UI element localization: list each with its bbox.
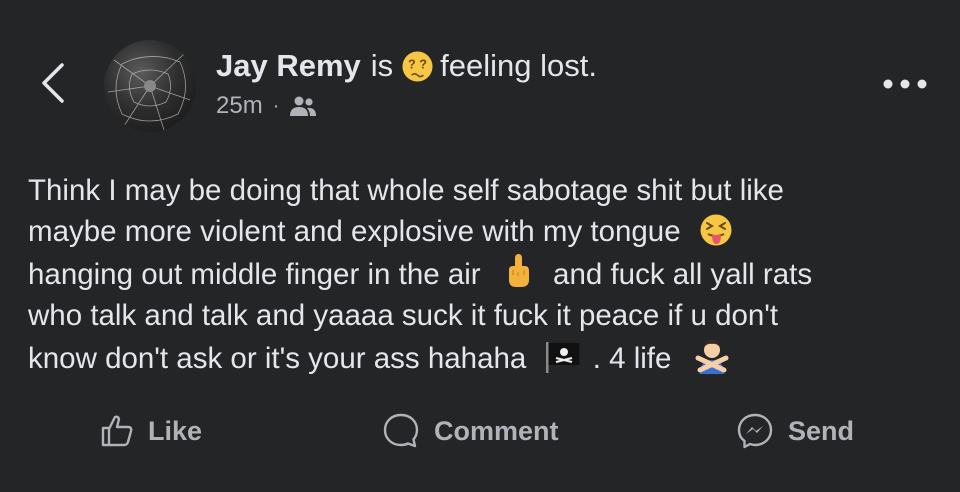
post-text-3: hanging out middle finger in the air: [28, 258, 481, 291]
like-label: Like: [148, 415, 203, 446]
meta-separator: ·: [272, 94, 280, 117]
post-meta: 25m ·: [216, 92, 317, 120]
post-text-1: Think I may be doing that whole self sab…: [28, 174, 784, 207]
comment-label: Comment: [434, 415, 559, 446]
post-line-2: maybe more violent and explosive with my…: [28, 211, 938, 252]
is-word: is: [370, 48, 394, 83]
post-action-bar: Like Comment Send: [0, 406, 960, 456]
middle-finger-emoji-icon: [508, 254, 529, 287]
post-text-6: know don't ask or it's your ass hahaha: [28, 342, 527, 375]
post-text-5: who talk and talk and yaaaa suck it fuck…: [28, 299, 779, 332]
post-header: Jay Remy is ? ? feeling lost.: [216, 46, 597, 86]
avatar-image: [107, 53, 191, 131]
squinting-tongue-face-emoji-icon: [700, 214, 732, 246]
timestamp[interactable]: 25m: [216, 92, 263, 120]
avatar[interactable]: [104, 40, 196, 132]
post-line-5: know don't ask or it's your ass hahaha .…: [28, 336, 938, 379]
thumbs-up-icon: [101, 415, 133, 447]
pirate-flag-emoji-icon: [545, 342, 579, 373]
more-dots-icon[interactable]: [880, 70, 930, 98]
post-text-7: . 4 life: [592, 342, 672, 375]
post-line-3: hanging out middle finger in the air and…: [28, 252, 938, 295]
post-body: Think I may be doing that whole self sab…: [28, 170, 938, 379]
confused-face-emoji-icon: ? ?: [402, 50, 433, 82]
post-text-2: maybe more violent and explosive with my…: [28, 215, 681, 248]
comment-bubble-icon: [383, 413, 419, 448]
send-button[interactable]: Send: [736, 406, 854, 456]
feeling-text[interactable]: feeling lost.: [440, 46, 597, 86]
person-gesturing-no-emoji-icon: [695, 340, 729, 374]
post-text-4: and fuck all yall rats: [553, 258, 813, 291]
svg-text:? ?: ? ?: [408, 57, 427, 71]
comment-button[interactable]: Comment: [382, 406, 559, 456]
post-line-4: who talk and talk and yaaaa suck it fuck…: [28, 295, 938, 336]
back-chevron-icon[interactable]: [38, 62, 68, 104]
messenger-icon: [737, 413, 773, 449]
post-line-1: Think I may be doing that whole self sab…: [28, 170, 938, 211]
like-button[interactable]: Like: [100, 406, 202, 456]
friends-icon: [290, 96, 317, 116]
send-label: Send: [788, 415, 855, 446]
author-name[interactable]: Jay Remy: [216, 46, 361, 86]
